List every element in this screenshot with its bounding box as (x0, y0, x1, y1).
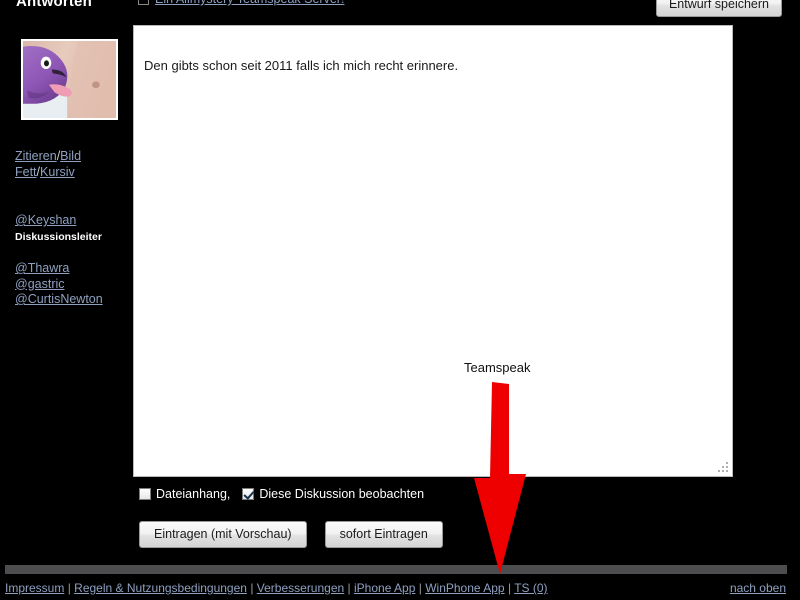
formatting-links: Zitieren/Bild Fett/Kursiv (15, 149, 81, 180)
mention-keyshan[interactable]: @Keyshan (15, 213, 76, 229)
save-draft-button[interactable]: Entwurf speichern (655, 0, 782, 17)
other-mention-links: @Thawra @gastric @CurtisNewton (15, 261, 103, 308)
avatar (21, 39, 118, 120)
thread-title-row: Ein Allmystery Teamspeak Server! (138, 0, 344, 6)
attachment-label: Dateianhang, (156, 487, 231, 501)
role-label: Diskussionsleiter (15, 231, 102, 243)
image-link[interactable]: Bild (60, 149, 81, 163)
forum-reply-page: Antworten Zitieren/Bild Fett/Kursiv @Key… (0, 0, 800, 600)
footer-separator: | (67, 581, 71, 595)
footer-separator: | (347, 581, 351, 595)
annotation-label: Teamspeak (464, 360, 531, 375)
submit-with-preview-button[interactable]: Eintragen (mit Vorschau) (139, 521, 307, 548)
back-to-top-link[interactable]: nach oben (730, 581, 786, 595)
italic-link[interactable]: Kursiv (40, 165, 75, 179)
footer-link-iphone-app[interactable]: iPhone App (354, 581, 415, 595)
attachment-checkbox[interactable] (139, 488, 151, 500)
page-title: Antworten (16, 0, 92, 10)
watch-discussion-checkbox[interactable] (242, 488, 255, 500)
mention-gastric[interactable]: @gastric (15, 277, 103, 293)
bold-link[interactable]: Fett (15, 165, 37, 179)
footer-separator: | (250, 581, 254, 595)
submit-row: Eintragen (mit Vorschau) sofort Eintrage… (139, 521, 443, 548)
footer-separator: | (507, 581, 512, 595)
post-options-row: Dateianhang, Diese Diskussion beobachten (139, 487, 424, 501)
footer-separator: | (418, 581, 422, 595)
reply-textarea-value: Den gibts schon seit 2011 falls ich mich… (144, 58, 459, 73)
reply-textarea[interactable]: Den gibts schon seit 2011 falls ich mich… (133, 25, 733, 477)
page-footer: Impressum | Regeln & Nutzungsbedingungen… (0, 580, 800, 600)
footer-link-impressum[interactable]: Impressum (5, 581, 64, 595)
thread-title-link[interactable]: Ein Allmystery Teamspeak Server! (155, 0, 344, 6)
footer-link-ts[interactable]: TS (0) (514, 581, 547, 595)
footer-link-verbesserungen[interactable]: Verbesserungen (257, 581, 344, 595)
mention-curtisnewton[interactable]: @CurtisNewton (15, 292, 103, 308)
reply-sidebar: Antworten Zitieren/Bild Fett/Kursiv @Key… (0, 0, 133, 573)
avatar-image (23, 41, 116, 118)
watch-discussion-label: Diese Diskussion beobachten (259, 487, 425, 501)
resize-grip-icon[interactable] (718, 462, 730, 474)
footer-links: Impressum | Regeln & Nutzungsbedingungen… (5, 581, 548, 595)
quote-link[interactable]: Zitieren (15, 149, 57, 163)
thread-checkbox[interactable] (138, 0, 149, 5)
submit-immediately-button[interactable]: sofort Eintragen (324, 521, 443, 548)
mention-thawra[interactable]: @Thawra (15, 261, 103, 277)
footer-divider (5, 565, 787, 574)
footer-link-regeln[interactable]: Regeln & Nutzungsbedingungen (74, 581, 247, 595)
mention-links: @Keyshan (15, 213, 76, 229)
footer-link-winphone-app[interactable]: WinPhone App (425, 581, 504, 595)
